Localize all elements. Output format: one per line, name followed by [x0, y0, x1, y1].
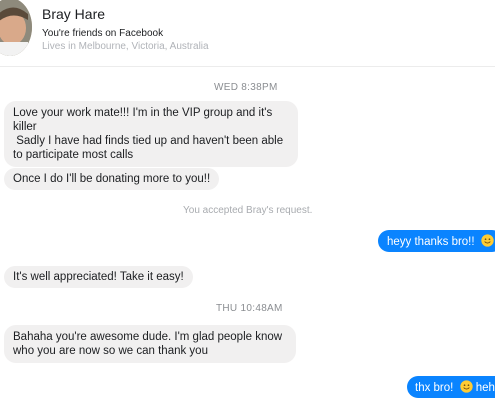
message-line: Bahaha you're awesome dude. I'm glad peo… [13, 331, 283, 343]
friend-status: You're friends on Facebook [42, 28, 164, 39]
incoming-message-3[interactable]: It's well appreciated! Take it easy! [4, 266, 193, 288]
message-text: heyy thanks bro!! [387, 236, 475, 248]
incoming-message-4[interactable]: Bahaha you're awesome dude. I'm glad peo… [4, 325, 296, 363]
system-notice: You accepted Bray's request. [183, 205, 313, 216]
timestamp-thu: THU 10:48AM [216, 303, 283, 314]
incoming-message-2[interactable]: Once I do I'll be donating more to you!! [4, 168, 220, 190]
smile-emoji-icon [481, 234, 494, 247]
outgoing-message-1[interactable]: heyy thanks bro!! [378, 230, 495, 252]
message-line: to participate most calls [13, 149, 134, 161]
avatar[interactable] [0, 0, 32, 56]
header-divider [0, 66, 495, 67]
conversation-header: Bray Hare You're friends on Facebook Liv… [0, 0, 495, 68]
message-line: Sadly I have had finds tied up and haven… [13, 135, 284, 147]
message-line: who you are now so we can thank you [13, 345, 208, 357]
contact-location: Lives in Melbourne, Victoria, Australia [42, 41, 209, 52]
message-line: killer [13, 121, 37, 133]
timestamp-wed: WED 8:38PM [214, 82, 278, 93]
outgoing-message-2[interactable]: thx bro! hehe [407, 376, 495, 398]
message-text: hehe [475, 382, 495, 394]
smile-emoji-icon [459, 380, 473, 393]
incoming-message-1[interactable]: Love your work mate!!! I'm in the VIP gr… [4, 101, 298, 167]
profile-photo-icon [0, 0, 32, 56]
contact-name[interactable]: Bray Hare [42, 6, 105, 22]
message-line: Love your work mate!!! I'm in the VIP gr… [13, 107, 273, 119]
message-text: thx bro! [415, 382, 454, 394]
